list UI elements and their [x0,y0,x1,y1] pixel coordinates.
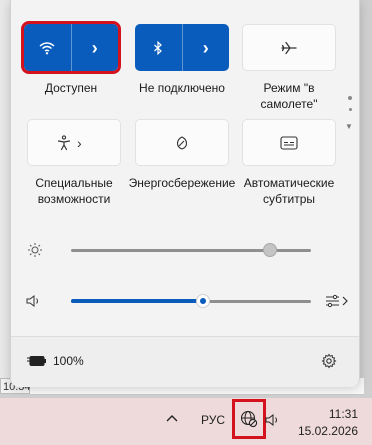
battery-charging-icon [27,355,47,367]
battery-saver-tile[interactable] [135,119,229,166]
chevron-right-icon: › [91,37,98,58]
wifi-tile[interactable]: › [21,21,121,74]
taskbar-clock[interactable]: 11:31 15.02.2026 [298,406,358,440]
wifi-tile-label: Доступен [44,81,98,95]
chevron-up-icon[interactable] [166,412,178,426]
clock-date: 15.02.2026 [297,424,358,438]
brightness-icon [27,242,43,258]
taskbar: РУС 11:31 15.02.2026 [0,398,372,445]
chevron-right-icon: › [77,134,82,151]
page-dot[interactable] [348,108,352,111]
tiles-pager[interactable]: ▼ [345,96,355,132]
live-captions-tile-label: Автоматические субтитры [243,176,335,206]
wifi-icon [39,41,55,55]
battery-status[interactable]: 100% [27,354,84,368]
volume-fill [71,299,203,303]
airplane-mode-tile-label: Режим "в самолете" [260,81,318,111]
accessibility-expand-button[interactable]: › [77,120,120,165]
bluetooth-expand-button[interactable]: › [181,24,230,71]
audio-output-icon[interactable] [325,293,349,309]
battery-saver-leaf-icon [174,135,190,151]
speaker-icon[interactable] [265,413,281,430]
quick-settings-footer: 100% [11,336,359,387]
wifi-expand-button[interactable]: › [70,24,119,71]
speaker-icon [26,294,42,308]
bluetooth-icon [153,40,163,55]
volume-slider[interactable] [23,291,349,311]
airplane-mode-tile[interactable] [242,24,336,71]
chevron-right-icon: › [202,37,209,58]
live-captions-tile[interactable] [242,119,336,166]
wifi-toggle[interactable] [24,24,71,71]
triangle-down-icon[interactable]: ▼ [345,122,353,131]
globe-no-internet-icon [240,410,258,428]
quick-settings-flyout: › Доступен › Не подключено Режим "в само… [10,0,360,387]
bluetooth-toggle[interactable] [135,24,182,71]
volume-thumb[interactable] [196,294,210,308]
battery-percent: 100% [53,354,84,368]
accessibility-toggle[interactable] [28,120,77,165]
language-indicator[interactable]: РУС [201,413,225,427]
accessibility-icon [57,134,71,151]
bluetooth-tile[interactable]: › [135,24,229,71]
accessibility-tile[interactable]: › [27,119,121,166]
brightness-slider[interactable] [23,240,349,260]
page-dot-active[interactable] [348,96,352,100]
brightness-thumb[interactable] [263,243,278,257]
clock-time: 11:31 [328,407,358,421]
battery-saver-tile-label: Энергосбережение [128,176,236,190]
gear-icon[interactable] [321,353,337,369]
live-captions-icon [280,135,298,150]
bluetooth-tile-label: Не подключено [139,81,225,95]
network-button[interactable] [232,399,266,439]
airplane-icon [281,40,297,56]
accessibility-tile-label: Специальные возможности [35,176,113,206]
background-window [0,0,10,380]
